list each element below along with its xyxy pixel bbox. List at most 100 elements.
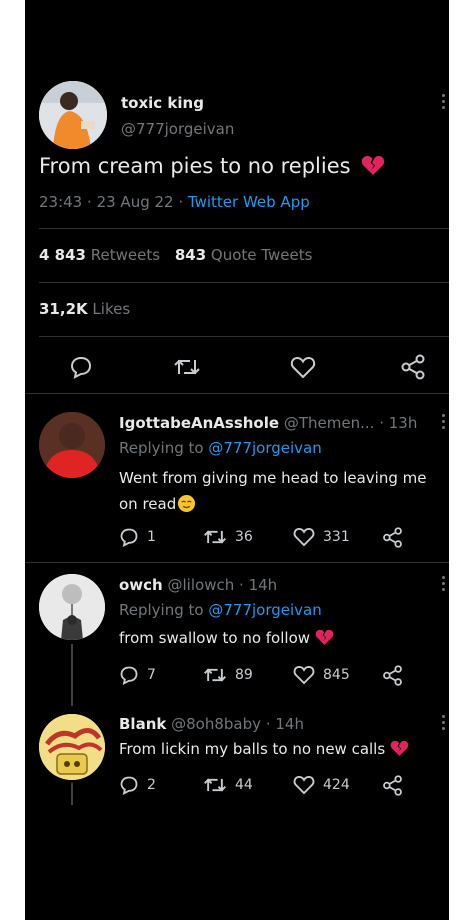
- retweet-button[interactable]: 36: [203, 527, 253, 547]
- reply-icon: [120, 528, 138, 547]
- more-options-icon[interactable]: [442, 94, 446, 112]
- share-icon[interactable]: [400, 354, 426, 380]
- replying-to-handle[interactable]: @777jorgeivan: [208, 439, 321, 457]
- reply-text-line: Went from giving me head to leaving me: [119, 469, 427, 487]
- tweet-date[interactable]: 23 Aug 22: [97, 193, 174, 211]
- reply-time[interactable]: 14h: [249, 576, 278, 594]
- reply-author-avatar[interactable]: [39, 714, 105, 780]
- divider: [25, 393, 449, 394]
- main-tweet-meta: 23:43 · 23 Aug 22 · Twitter Web App: [39, 193, 310, 211]
- reply-button[interactable]: 1: [119, 527, 156, 547]
- quotes-label: Quote Tweets: [210, 246, 313, 264]
- avatar-photo: [39, 81, 107, 149]
- share-icon[interactable]: [382, 775, 403, 796]
- reply-author-handle[interactable]: @Themen...: [284, 414, 375, 432]
- retweet-icon: [204, 530, 226, 544]
- retweet-icon: [204, 778, 226, 792]
- retweets-label: Retweets: [90, 246, 161, 264]
- reply-count: 2: [147, 777, 156, 793]
- reply-time[interactable]: 13h: [389, 414, 418, 432]
- share-icon[interactable]: [382, 665, 403, 686]
- likes-link[interactable]: 31,2K Likes: [39, 300, 130, 318]
- like-button[interactable]: 424: [293, 775, 350, 795]
- relieved-face-emoji: [178, 494, 196, 512]
- meta-separator: ·: [379, 414, 384, 432]
- reply-text: Went from giving me head to leaving me o…: [119, 465, 426, 517]
- main-author-name[interactable]: toxic king: [121, 94, 204, 112]
- thread-line: [71, 644, 73, 706]
- retweet-icon: [204, 668, 226, 682]
- reply-author-avatar[interactable]: [39, 412, 105, 478]
- retweet-stats: 4 843 Retweets 843 Quote Tweets: [39, 246, 312, 264]
- broken-heart-emoji: [315, 629, 334, 645]
- tweet-thread-screen: toxic king @777jorgeivan From cream pies…: [25, 0, 449, 920]
- like-icon: [293, 666, 315, 685]
- reply-icon: [120, 666, 138, 685]
- more-options-icon[interactable]: [442, 414, 446, 432]
- reply-text-line-2: on read: [119, 491, 426, 517]
- like-button[interactable]: 845: [293, 665, 350, 685]
- like-count: 424: [323, 777, 350, 793]
- retweet-count: 89: [235, 667, 253, 683]
- reply-button[interactable]: 2: [119, 775, 156, 795]
- reply-text: From lickin my balls to no new calls: [119, 740, 409, 758]
- reply-time[interactable]: 14h: [275, 715, 304, 733]
- replying-to-handle[interactable]: @777jorgeivan: [208, 601, 321, 619]
- reply-author-name[interactable]: IgottabeAnAsshole: [119, 414, 279, 432]
- reply-author-handle[interactable]: @8oh8baby: [171, 715, 261, 733]
- reply-author-avatar[interactable]: [39, 574, 105, 640]
- meta-separator: ·: [87, 193, 92, 211]
- reply-header: IgottabeAnAsshole @Themen... · 13h: [119, 414, 417, 432]
- reply-text: from swallow to no follow: [119, 629, 334, 647]
- reply-count: 1: [147, 529, 156, 545]
- more-options-icon[interactable]: [442, 715, 446, 733]
- like-icon[interactable]: [290, 356, 316, 379]
- meta-separator: ·: [178, 193, 184, 211]
- replying-to-label: Replying to: [119, 439, 204, 457]
- likes-label: Likes: [92, 300, 131, 318]
- replying-to-label: Replying to: [119, 601, 204, 619]
- like-icon: [293, 528, 315, 547]
- broken-heart-emoji: [390, 740, 409, 756]
- avatar-photo: [39, 714, 105, 780]
- reply-author-handle[interactable]: @lilowch: [168, 576, 235, 594]
- likes-count: 31,2K: [39, 300, 88, 318]
- reply-count: 7: [147, 667, 156, 683]
- thread-line: [71, 783, 73, 805]
- main-tweet-text: From cream pies to no replies: [39, 154, 351, 178]
- reply-text-line: from swallow to no follow: [119, 629, 311, 647]
- main-author-handle[interactable]: @777jorgeivan: [121, 120, 234, 138]
- more-options-icon[interactable]: [442, 576, 446, 594]
- tweet-time[interactable]: 23:43: [39, 193, 82, 211]
- main-author-avatar[interactable]: [39, 81, 107, 149]
- reply-author-name[interactable]: owch: [119, 576, 163, 594]
- retweet-count: 36: [235, 529, 253, 545]
- retweet-button[interactable]: 44: [203, 775, 253, 795]
- retweets-count: 4 843: [39, 246, 86, 264]
- quotes-count: 843: [174, 246, 207, 264]
- reply-text-line: on read: [119, 495, 177, 513]
- quotes-link[interactable]: 843 Quote Tweets: [175, 246, 313, 264]
- reply-header: Blank @8oh8baby · 14h: [119, 715, 304, 733]
- reply-header: owch @lilowch · 14h: [119, 576, 277, 594]
- reply-author-name[interactable]: Blank: [119, 715, 166, 733]
- like-button[interactable]: 331: [293, 527, 350, 547]
- divider: [39, 336, 449, 337]
- reply-icon[interactable]: [69, 355, 93, 379]
- retweet-icon[interactable]: [173, 356, 201, 378]
- retweet-button[interactable]: 89: [203, 665, 253, 685]
- like-count: 331: [323, 529, 350, 545]
- share-icon[interactable]: [382, 527, 403, 548]
- reply-text-line: From lickin my balls to no new calls: [119, 740, 386, 758]
- like-count: 845: [323, 667, 350, 683]
- main-tweet-text-row: From cream pies to no replies: [39, 154, 385, 178]
- replying-to: Replying to @777jorgeivan: [119, 439, 322, 457]
- broken-heart-emoji: [362, 155, 385, 175]
- reply-icon: [120, 776, 138, 795]
- like-icon: [293, 776, 315, 795]
- retweets-link[interactable]: 4 843 Retweets: [39, 246, 165, 264]
- divider: [39, 228, 449, 229]
- tweet-source[interactable]: Twitter Web App: [188, 193, 310, 211]
- retweet-count: 44: [235, 777, 253, 793]
- reply-button[interactable]: 7: [119, 665, 156, 685]
